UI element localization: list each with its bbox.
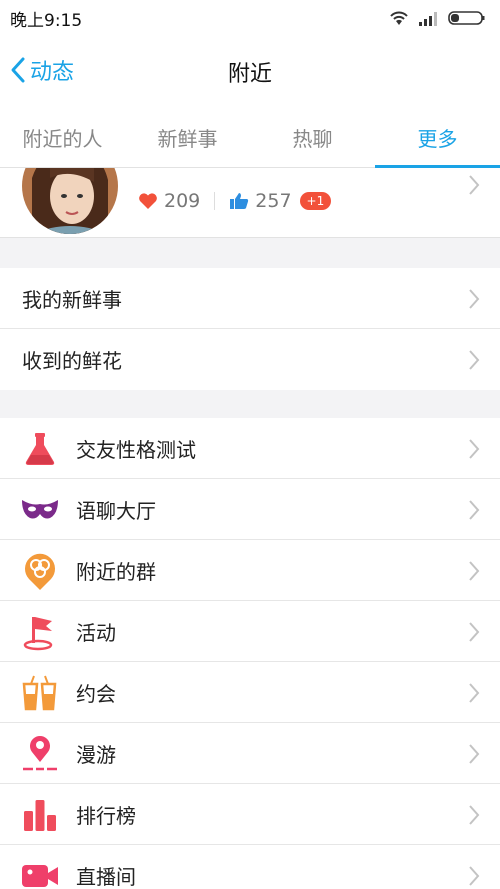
tab-news[interactable]: 新鲜事	[125, 106, 250, 168]
received-flowers-item[interactable]: 收到的鲜花	[0, 329, 500, 390]
live-room-label: 直播间	[76, 865, 136, 889]
chevron-right-icon	[469, 744, 480, 764]
chevron-right-icon	[469, 622, 480, 642]
nearby-groups-label: 附近的群	[76, 560, 156, 584]
location-pin-icon	[18, 732, 62, 776]
dating-item[interactable]: 约会	[0, 662, 500, 723]
leaderboard-item[interactable]: 排行榜	[0, 784, 500, 845]
chevron-right-icon	[469, 683, 480, 703]
tab-nearby-people[interactable]: 附近的人	[0, 106, 125, 168]
navigation-bar: 动态 附近	[0, 36, 500, 106]
chevron-right-icon	[469, 289, 480, 309]
signal-icon	[419, 12, 437, 26]
personality-test-item[interactable]: 交友性格测试	[0, 418, 500, 479]
chevron-right-icon	[469, 175, 480, 195]
bar-chart-icon	[18, 793, 62, 837]
avatar	[22, 168, 118, 234]
stats-divider	[214, 192, 216, 210]
drinks-icon	[18, 671, 62, 715]
chevron-right-icon	[469, 500, 480, 520]
activities-label: 活动	[76, 621, 116, 645]
chevron-right-icon	[469, 439, 480, 459]
received-flowers-label: 收到的鲜花	[22, 349, 122, 373]
chevron-right-icon	[469, 561, 480, 581]
like-count: 257	[255, 190, 292, 212]
status-time: 晚上9:15	[10, 10, 83, 31]
heart-count: 209	[164, 190, 201, 212]
chevron-right-icon	[469, 866, 480, 886]
chevron-right-icon	[469, 805, 480, 825]
tab-bar: 附近的人 新鲜事 热聊 更多	[0, 106, 500, 169]
video-camera-icon	[18, 854, 62, 889]
chevron-right-icon	[469, 350, 480, 370]
profile-stats: 209 257 +1	[138, 190, 332, 212]
my-items-group: 我的新鲜事 收到的鲜花	[0, 268, 500, 390]
group-pin-icon	[18, 549, 62, 593]
my-news-label: 我的新鲜事	[22, 287, 122, 312]
page-title: 附近	[227, 62, 272, 87]
tab-more[interactable]: 更多	[375, 106, 500, 169]
mask-icon	[18, 488, 62, 532]
nearby-groups-item[interactable]: 附近的群	[0, 540, 500, 601]
flag-icon	[18, 610, 62, 654]
live-room-item[interactable]: 直播间	[0, 845, 500, 889]
flask-icon	[18, 427, 62, 471]
voice-chat-hall-item[interactable]: 语聊大厅	[0, 479, 500, 540]
heart-icon	[139, 193, 157, 209]
activities-item[interactable]: 活动	[0, 601, 500, 662]
profile-card[interactable]: 209 257 +1	[0, 168, 500, 238]
battery-icon	[448, 11, 485, 25]
tab-hot-chat[interactable]: 热聊	[250, 106, 375, 168]
roaming-label: 漫游	[76, 743, 116, 767]
roaming-item[interactable]: 漫游	[0, 723, 500, 784]
features-group: 交友性格测试 语聊大厅 附近的群 活动 约会 漫游 排行榜 直播间	[0, 418, 500, 889]
voice-chat-hall-label: 语聊大厅	[76, 499, 156, 523]
wifi-icon	[390, 11, 408, 25]
thumbs-up-icon	[230, 193, 249, 209]
status-bar: 晚上9:15	[0, 0, 500, 36]
dating-label: 约会	[76, 682, 116, 706]
my-news-item[interactable]: 我的新鲜事	[0, 268, 500, 329]
personality-test-label: 交友性格测试	[76, 438, 196, 462]
leaderboard-label: 排行榜	[76, 804, 136, 828]
status-icons	[388, 10, 486, 26]
like-increment-badge: +1	[299, 192, 332, 210]
